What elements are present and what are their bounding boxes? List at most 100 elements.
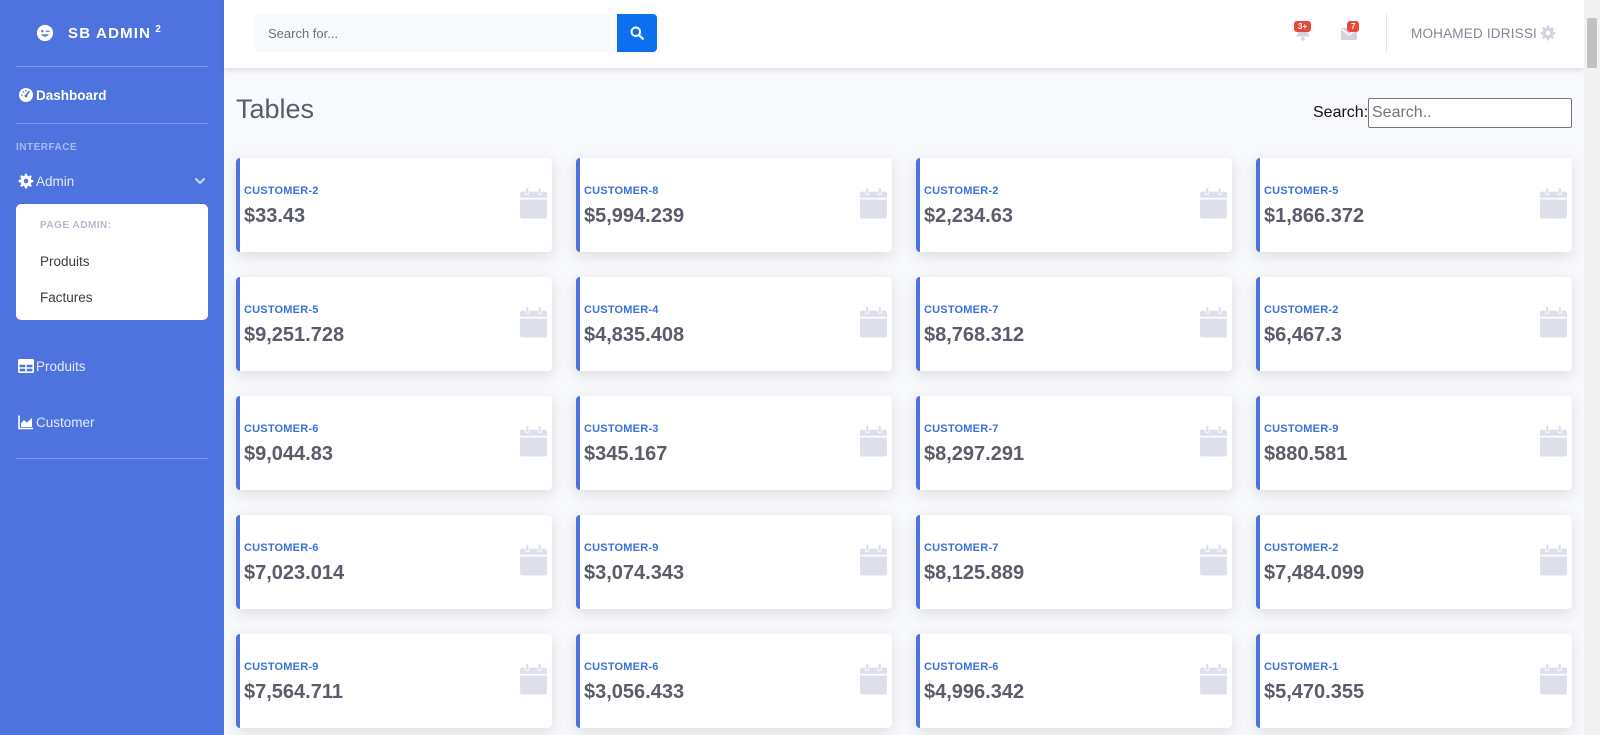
- card-amount: $880.581: [1264, 443, 1348, 465]
- card-customer-label: CUSTOMER-2: [1264, 542, 1339, 554]
- customer-card: CUSTOMER-9 $880.581: [1256, 396, 1572, 490]
- sidebar-brand[interactable]: SB ADMIN 2: [0, 0, 224, 66]
- card-amount: $7,023.014: [244, 562, 345, 584]
- customer-card: CUSTOMER-9 $3,074.343: [576, 515, 892, 609]
- card-amount: $8,125.889: [924, 562, 1025, 584]
- customer-card: CUSTOMER-2 $33.43: [236, 158, 552, 252]
- messages-dropdown[interactable]: 7: [1340, 21, 1362, 42]
- sidebar-item-customer[interactable]: Customer: [0, 394, 224, 450]
- card-customer-label: CUSTOMER-9: [1264, 423, 1339, 435]
- search-icon: [630, 26, 644, 40]
- search-button[interactable]: [617, 14, 657, 52]
- card-customer-label: CUSTOMER-2: [924, 185, 999, 197]
- sidebar-item-produits[interactable]: Produits: [0, 338, 224, 394]
- card-amount: $4,835.408: [584, 324, 685, 346]
- collapse-item-factures[interactable]: Factures: [16, 280, 208, 316]
- topbar-search: [255, 14, 657, 52]
- card-amount: $5,470.355: [1264, 681, 1365, 703]
- customer-card: CUSTOMER-1 $5,470.355: [1256, 634, 1572, 728]
- brand-superscript: 2: [155, 23, 162, 35]
- card-customer-label: CUSTOMER-3: [584, 423, 659, 435]
- calendar-icon: [1540, 663, 1567, 695]
- calendar-icon: [1200, 187, 1227, 219]
- card-customer-label: CUSTOMER-4: [584, 304, 659, 316]
- search-input[interactable]: [255, 14, 617, 52]
- calendar-icon: [860, 187, 887, 219]
- card-customer-label: CUSTOMER-7: [924, 542, 999, 554]
- gear-icon: [18, 173, 34, 189]
- card-customer-label: CUSTOMER-1: [1264, 661, 1339, 673]
- laugh-wink-icon: [36, 24, 54, 42]
- tachometer-icon: [19, 88, 33, 102]
- calendar-icon: [520, 306, 547, 338]
- card-customer-label: CUSTOMER-2: [1264, 304, 1339, 316]
- calendar-icon: [1200, 663, 1227, 695]
- customer-card: CUSTOMER-6 $9,044.83: [236, 396, 552, 490]
- calendar-icon: [1540, 306, 1567, 338]
- customer-card: CUSTOMER-7 $8,125.889: [916, 515, 1232, 609]
- card-amount: $9,044.83: [244, 443, 333, 465]
- sidebar-item-dashboard[interactable]: Dashboard: [0, 67, 224, 123]
- alerts-badge: 3+: [1294, 21, 1312, 32]
- card-amount: $4,996.342: [924, 681, 1025, 703]
- card-customer-label: CUSTOMER-6: [244, 423, 319, 435]
- calendar-icon: [860, 425, 887, 457]
- table-search-input[interactable]: [1368, 98, 1572, 128]
- calendar-icon: [860, 663, 887, 695]
- card-customer-label: CUSTOMER-9: [244, 661, 319, 673]
- sidebar-item-label: Admin: [36, 173, 75, 189]
- card-amount: $8,297.291: [924, 443, 1025, 465]
- customer-card: CUSTOMER-3 $345.167: [576, 396, 892, 490]
- card-customer-label: CUSTOMER-6: [924, 661, 999, 673]
- messages-badge: 7: [1347, 21, 1360, 32]
- table-search-label: Search:: [1313, 104, 1369, 121]
- page-scrollbar[interactable]: [1584, 0, 1600, 735]
- customer-card: CUSTOMER-4 $4,835.408: [576, 277, 892, 371]
- sidebar-item-label: Customer: [36, 414, 95, 430]
- user-name[interactable]: MOHAMED IDRISSI: [1411, 26, 1537, 41]
- calendar-icon: [860, 544, 887, 576]
- card-amount: $5,994.239: [584, 205, 685, 227]
- page-title: Tables: [236, 94, 315, 124]
- customer-card-grid: CUSTOMER-2 $33.43 CUSTOMER-8 $5,994.239 CUST…: [236, 158, 1572, 728]
- card-customer-label: CUSTOMER-7: [924, 304, 999, 316]
- card-customer-label: CUSTOMER-2: [244, 185, 319, 197]
- customer-card: CUSTOMER-9 $7,564.711: [236, 634, 552, 728]
- alerts-dropdown[interactable]: 3+: [1294, 21, 1316, 42]
- chart-area-icon: [18, 415, 33, 430]
- topbar-divider: [1386, 14, 1387, 52]
- customer-card: CUSTOMER-5 $9,251.728: [236, 277, 552, 371]
- collapse-header: PAGE ADMIN:: [40, 220, 112, 231]
- card-customer-label: CUSTOMER-5: [244, 304, 319, 316]
- customer-card: CUSTOMER-2 $6,467.3: [1256, 277, 1572, 371]
- card-customer-label: CUSTOMER-5: [1264, 185, 1339, 197]
- customer-card: CUSTOMER-5 $1,866.372: [1256, 158, 1572, 252]
- card-amount: $6,467.3: [1264, 324, 1342, 346]
- customer-card: CUSTOMER-8 $5,994.239: [576, 158, 892, 252]
- sidebar: SB ADMIN 2 Dashboard INTERFACE Admin PAG…: [0, 0, 224, 735]
- card-amount: $33.43: [244, 205, 306, 227]
- scrollbar-thumb[interactable]: [1587, 18, 1597, 68]
- customer-card: CUSTOMER-6 $4,996.342: [916, 634, 1232, 728]
- card-amount: $7,484.099: [1264, 562, 1365, 584]
- collapse-item-produits[interactable]: Produits: [16, 244, 208, 280]
- card-amount: $345.167: [584, 443, 668, 465]
- card-customer-label: CUSTOMER-8: [584, 185, 659, 197]
- calendar-icon: [1540, 187, 1567, 219]
- admin-collapse-menu: PAGE ADMIN: Produits Factures: [16, 204, 208, 320]
- card-customer-label: CUSTOMER-6: [244, 542, 319, 554]
- gear-icon[interactable]: [1540, 25, 1556, 41]
- customer-card: CUSTOMER-7 $8,768.312: [916, 277, 1232, 371]
- calendar-icon: [520, 425, 547, 457]
- customer-card: CUSTOMER-2 $2,234.63: [916, 158, 1232, 252]
- calendar-icon: [1200, 425, 1227, 457]
- calendar-icon: [520, 187, 547, 219]
- calendar-icon: [1540, 425, 1567, 457]
- card-amount: $9,251.728: [244, 324, 345, 346]
- card-customer-label: CUSTOMER-9: [584, 542, 659, 554]
- calendar-icon: [1540, 544, 1567, 576]
- sidebar-item-label: Produits: [36, 358, 86, 374]
- brand-title: SB ADMIN: [68, 24, 152, 42]
- sidebar-item-admin[interactable]: Admin: [0, 162, 224, 200]
- customer-card: CUSTOMER-7 $8,297.291: [916, 396, 1232, 490]
